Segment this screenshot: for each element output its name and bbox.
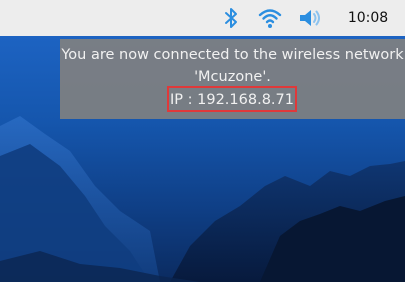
bluetooth-icon[interactable]: [219, 6, 243, 30]
ip-address: IP : 192.168.8.71: [170, 92, 294, 108]
taskbar: 10:08: [0, 0, 405, 36]
notification-message-line2: 'Mcuzone'.: [194, 69, 271, 85]
clock[interactable]: 10:08: [340, 8, 396, 28]
ip-address-highlight: IP : 192.168.8.71: [167, 86, 297, 112]
wifi-icon[interactable]: [258, 6, 282, 30]
notification-message-line1: You are now connected to the wireless ne…: [61, 47, 404, 63]
network-notification[interactable]: You are now connected to the wireless ne…: [60, 39, 405, 119]
volume-icon[interactable]: [298, 6, 322, 30]
